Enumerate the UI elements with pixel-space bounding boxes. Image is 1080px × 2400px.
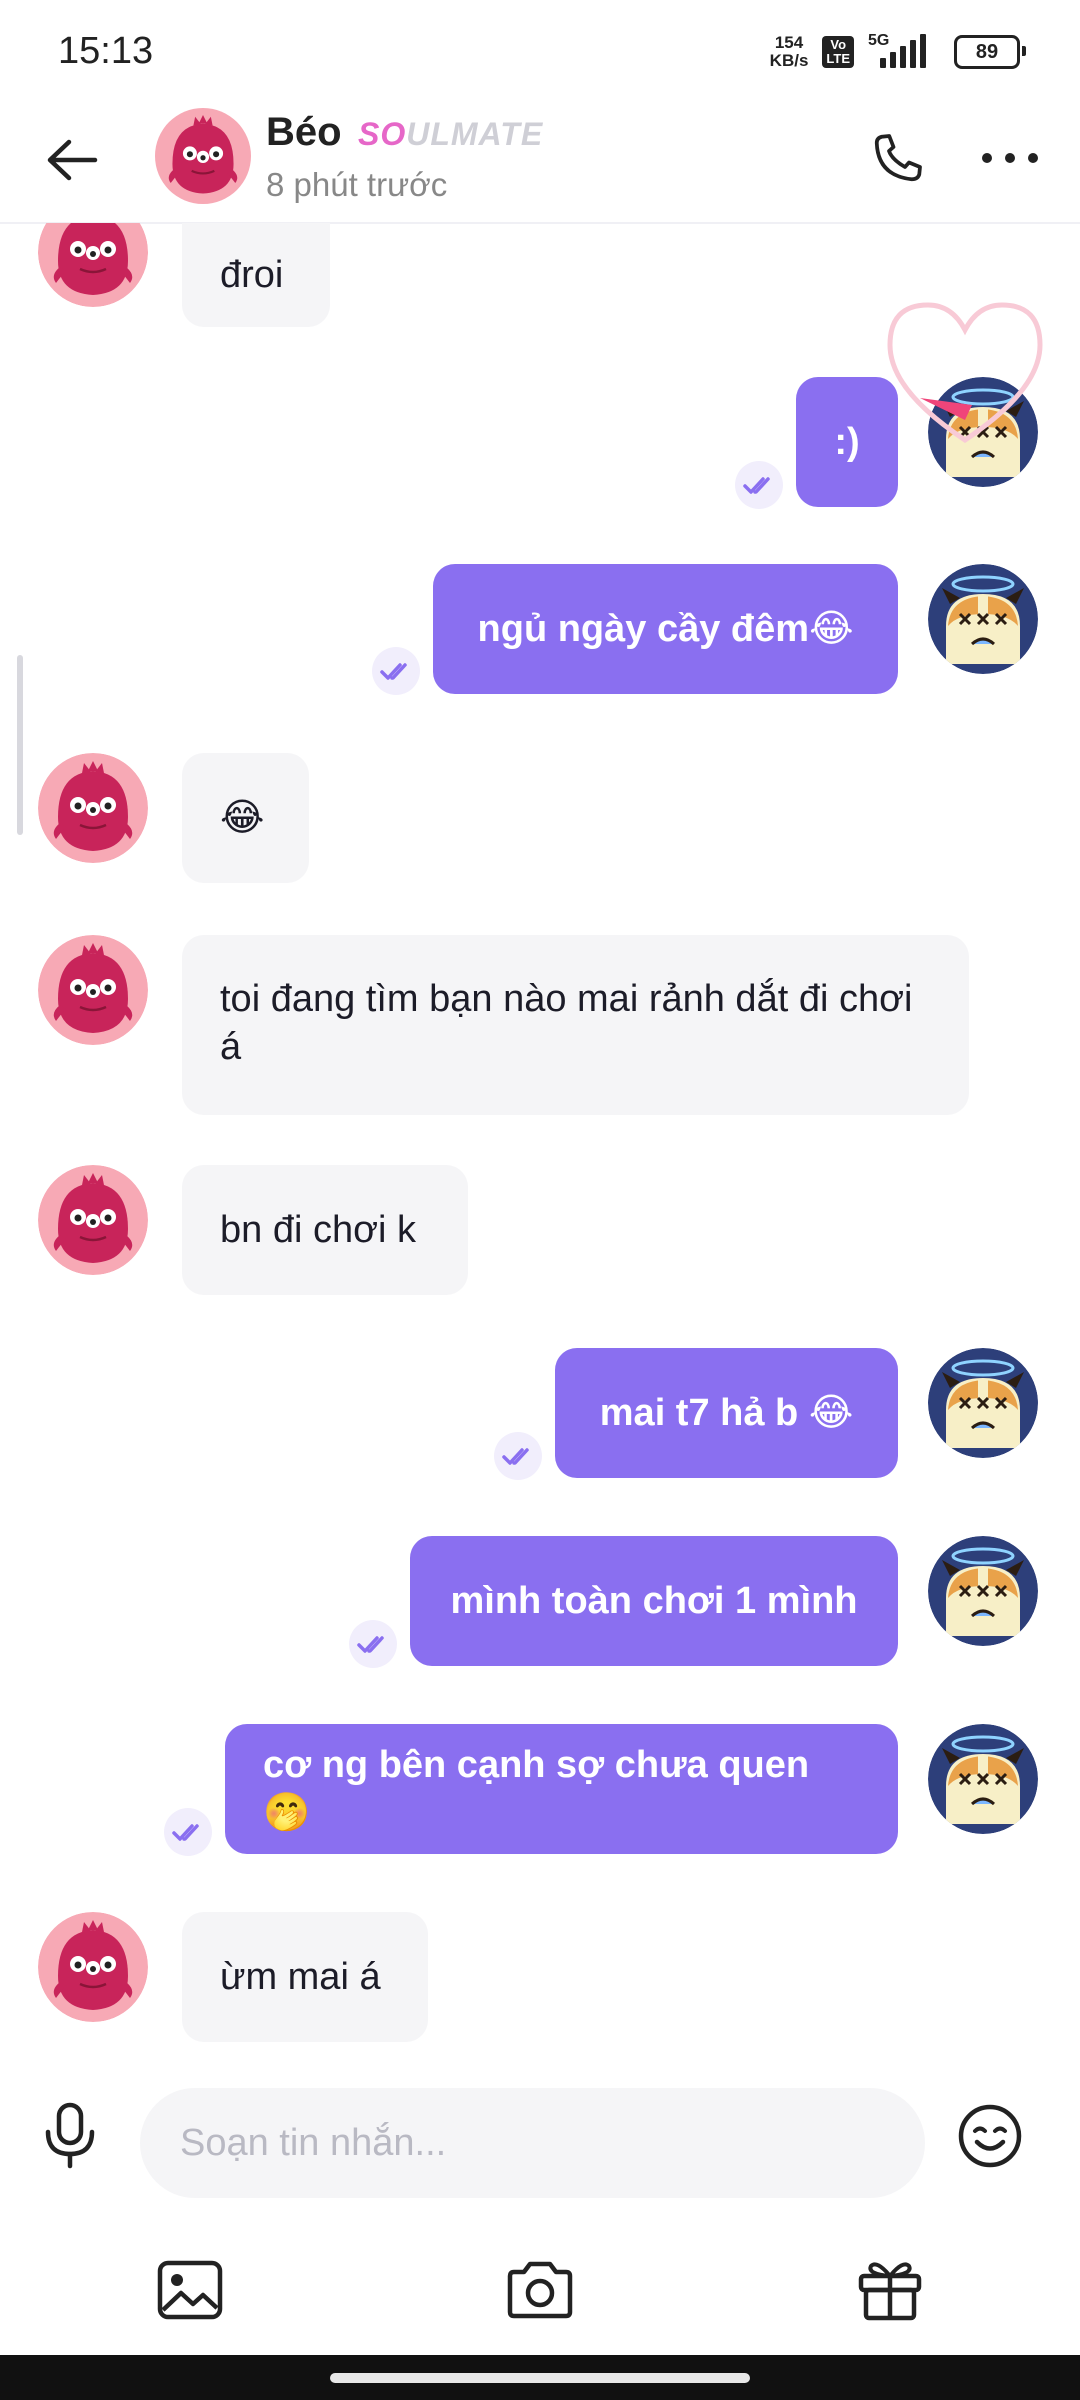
message-bubble[interactable]: mai t7 hả b 😂 xyxy=(555,1348,898,1478)
partner-avatar[interactable] xyxy=(38,753,148,863)
my-avatar[interactable] xyxy=(928,1348,1038,1458)
soulmate-badge: SOULMATE xyxy=(358,116,543,153)
network-speed: 154 KB/s xyxy=(770,34,809,70)
signal-icon: 5G xyxy=(868,32,940,72)
message-bubble[interactable]: cơ ng bên cạnh sợ chưa quen 🤭 xyxy=(225,1724,898,1854)
gift-button[interactable] xyxy=(850,2250,930,2330)
double-check-icon xyxy=(735,461,783,509)
emoji-button[interactable] xyxy=(950,2096,1030,2176)
read-receipt-icon xyxy=(735,461,783,509)
partner-avatar[interactable] xyxy=(38,1912,148,2022)
arrow-left-icon xyxy=(47,139,98,181)
my-avatar[interactable] xyxy=(928,564,1038,674)
partner-avatar[interactable] xyxy=(38,935,148,1045)
network-speed-value: 154 xyxy=(774,33,804,52)
image-icon xyxy=(157,2260,223,2320)
gift-icon xyxy=(858,2262,922,2321)
partner-avatar[interactable] xyxy=(155,108,251,204)
read-receipt-icon xyxy=(372,647,420,695)
message-bubble[interactable]: 😂 xyxy=(182,753,309,883)
contact-name[interactable]: Béo xyxy=(266,110,342,155)
more-button[interactable] xyxy=(974,122,1046,194)
heart-reaction-icon xyxy=(887,302,1043,444)
message-bubble[interactable]: đroi xyxy=(182,223,330,327)
double-check-icon xyxy=(494,1432,542,1480)
message-bubble[interactable]: ừm mai á xyxy=(182,1912,428,2042)
status-bar: 15:13 154 KB/s Vo LTE 5G 89 xyxy=(0,0,1080,100)
smiley-icon xyxy=(958,2104,1022,2168)
message-composer xyxy=(0,2060,1080,2220)
message-bubble[interactable]: mình toàn chơi 1 mình xyxy=(410,1536,898,1666)
network-speed-unit: KB/s xyxy=(769,51,809,70)
soulmate-badge-so: SO xyxy=(358,116,407,152)
gallery-button[interactable] xyxy=(150,2250,230,2330)
message-input[interactable] xyxy=(140,2088,920,2198)
soulmate-badge-rest: ULMATE xyxy=(406,116,544,152)
battery-icon: 89 xyxy=(954,35,1026,69)
read-receipt-icon xyxy=(349,1620,397,1668)
chat-header: Béo SOULMATE 8 phút trước xyxy=(0,100,1080,224)
partner-avatar[interactable] xyxy=(38,223,148,307)
system-navigation-bar xyxy=(0,2355,1080,2400)
back-button[interactable] xyxy=(40,128,104,192)
voice-message-button[interactable] xyxy=(30,2096,110,2176)
message-bubble[interactable]: toi đang tìm bạn nào mai rảnh dắt đi chơ… xyxy=(182,935,969,1115)
last-seen-status: 8 phút trước xyxy=(266,166,448,203)
home-indicator[interactable] xyxy=(330,2373,750,2383)
message-input-container[interactable] xyxy=(140,2088,925,2198)
more-horizontal-icon xyxy=(982,153,1038,163)
camera-icon xyxy=(507,2261,573,2319)
read-receipt-icon xyxy=(164,1808,212,1856)
battery-level: 89 xyxy=(975,40,999,63)
partner-avatar[interactable] xyxy=(38,1165,148,1275)
read-receipt-icon xyxy=(494,1432,542,1480)
status-icons: 154 KB/s Vo LTE 5G 89 xyxy=(770,32,1026,72)
my-avatar[interactable] xyxy=(928,1536,1038,1646)
my-avatar[interactable] xyxy=(928,1724,1038,1834)
scrollbar[interactable] xyxy=(17,655,23,835)
phone-icon xyxy=(874,134,922,182)
volte-top: Vo xyxy=(830,37,847,52)
volte-bottom: LTE xyxy=(826,51,850,66)
double-check-icon xyxy=(372,647,420,695)
microphone-icon xyxy=(45,2102,95,2169)
double-check-icon xyxy=(349,1620,397,1668)
status-time: 15:13 xyxy=(58,30,154,72)
call-button[interactable] xyxy=(862,122,934,194)
message-list[interactable]: đroi :) ngủ ngày cầy đêm😂 😂 toi đang tìm… xyxy=(0,223,1080,2060)
volte-icon: Vo LTE xyxy=(822,36,854,68)
message-bubble[interactable]: ngủ ngày cầy đêm😂 xyxy=(433,564,898,694)
double-check-icon xyxy=(164,1808,212,1856)
camera-button[interactable] xyxy=(500,2250,580,2330)
attachment-toolbar xyxy=(0,2220,1080,2355)
message-bubble[interactable]: bn đi chơi k xyxy=(182,1165,468,1295)
